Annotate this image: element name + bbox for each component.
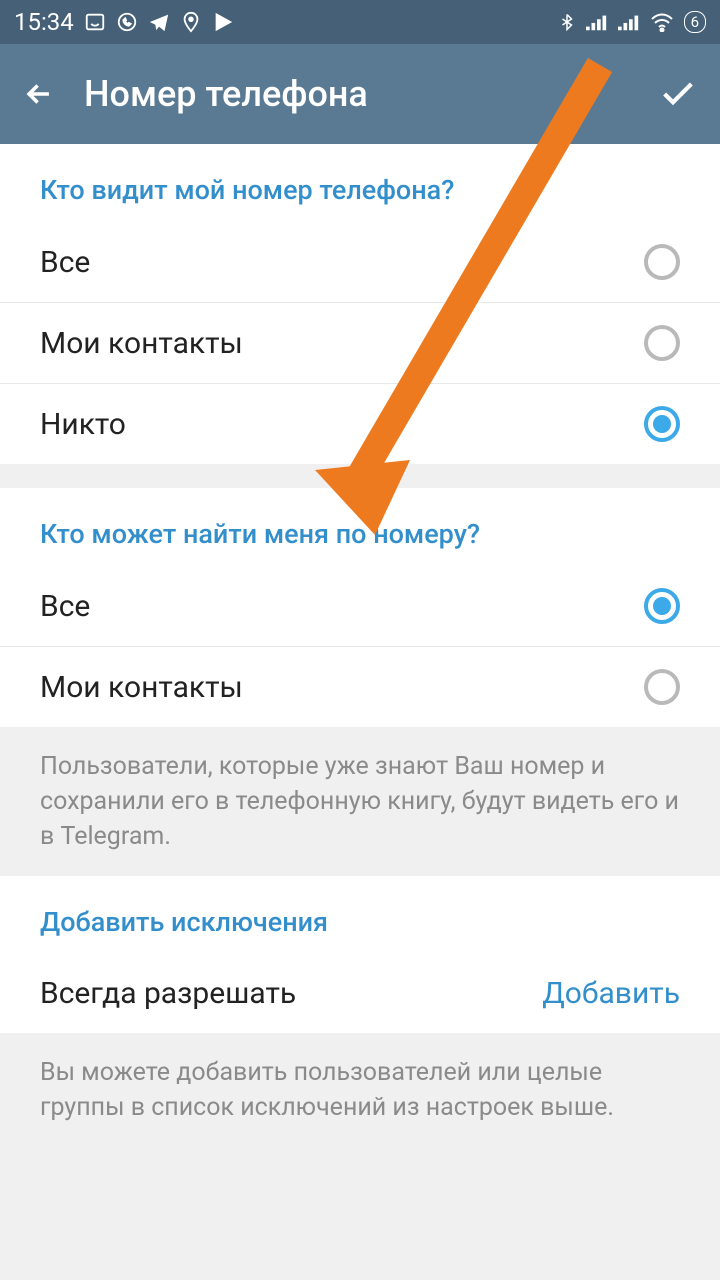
location-icon	[180, 11, 202, 33]
message-icon	[84, 11, 106, 33]
back-button[interactable]	[22, 77, 56, 111]
app-header: Номер телефона	[0, 44, 720, 144]
signal-icon-1	[586, 13, 608, 31]
signal-icon-2	[618, 13, 640, 31]
confirm-button[interactable]	[658, 74, 698, 114]
option-label: Мои контакты	[40, 670, 243, 705]
wifi-icon	[650, 12, 674, 32]
status-bar: 15:34 6	[0, 0, 720, 44]
telegram-icon	[148, 11, 170, 33]
add-link[interactable]: Добавить	[542, 976, 680, 1011]
option-contacts-1[interactable]: Мои контакты	[0, 303, 720, 384]
option-label: Все	[40, 589, 90, 624]
page-title: Номер телефона	[84, 73, 658, 115]
radio-icon	[644, 669, 680, 705]
option-everyone-2[interactable]: Все	[0, 566, 720, 647]
section-exceptions-header: Добавить исключения	[0, 876, 720, 954]
radio-icon	[644, 588, 680, 624]
info-text-find: Пользователи, которые уже знают Ваш номе…	[0, 727, 720, 876]
always-allow-row[interactable]: Всегда разрешать Добавить	[0, 954, 720, 1033]
action-label: Всегда разрешать	[40, 976, 296, 1011]
option-nobody[interactable]: Никто	[0, 384, 720, 464]
section-who-sees-header: Кто видит мой номер телефона?	[0, 144, 720, 222]
radio-icon	[644, 325, 680, 361]
bluetooth-icon	[558, 11, 576, 33]
option-label: Мои контакты	[40, 326, 243, 361]
radio-icon	[644, 244, 680, 280]
radio-icon	[644, 406, 680, 442]
info-text-exceptions: Вы можете добавить пользователей или цел…	[0, 1033, 720, 1147]
whatsapp-icon	[116, 11, 138, 33]
status-time: 15:34	[14, 8, 74, 36]
option-everyone-1[interactable]: Все	[0, 222, 720, 303]
play-icon	[212, 11, 234, 33]
option-contacts-2[interactable]: Мои контакты	[0, 647, 720, 727]
section-who-finds-header: Кто может найти меня по номеру?	[0, 488, 720, 566]
option-label: Все	[40, 245, 90, 280]
battery-indicator: 6	[684, 11, 706, 33]
option-label: Никто	[40, 407, 126, 442]
